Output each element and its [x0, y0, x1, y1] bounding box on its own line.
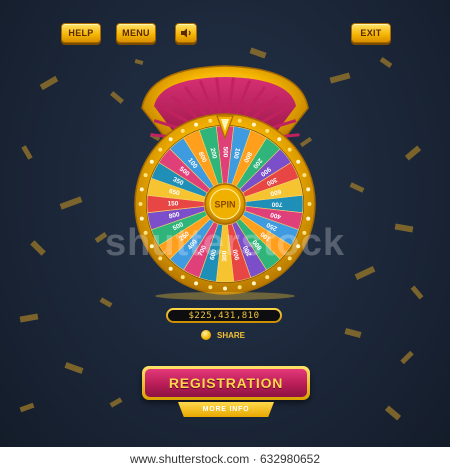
rim-light — [265, 275, 270, 280]
rim-light — [302, 230, 307, 235]
rim-light — [158, 147, 163, 152]
rim-light — [208, 118, 213, 123]
confetti-piece — [64, 362, 84, 374]
fortune-wheel[interactable]: 500 100 8002009003006007004002501008002009… — [0, 0, 450, 300]
rim-light — [277, 137, 282, 142]
rim-light — [287, 147, 292, 152]
rim-light — [143, 230, 148, 235]
rim-light — [302, 173, 307, 178]
registration-label: REGISTRATION — [145, 369, 307, 397]
confetti-piece — [400, 350, 414, 365]
spin-label: SPIN — [214, 200, 235, 210]
rim-light — [277, 266, 282, 271]
rim-light — [138, 202, 143, 206]
wheel-segment-value: 700 — [271, 200, 282, 207]
rim-light — [180, 128, 185, 133]
confetti-piece — [344, 328, 362, 338]
rim-light — [168, 266, 173, 271]
rim-light — [251, 281, 256, 286]
rim-light — [143, 173, 148, 178]
rim-light — [194, 122, 199, 127]
more-info-button[interactable]: MORE INFO — [178, 402, 274, 417]
rim-light — [149, 159, 154, 164]
share-label: SHARE — [217, 330, 246, 340]
rim-light — [306, 216, 311, 221]
stock-footer: www.shutterstock.com · 632980652 — [0, 447, 450, 470]
rim-light — [180, 275, 185, 280]
rim-light — [296, 159, 301, 164]
jackpot-counter: $225,431,810 — [166, 308, 282, 323]
registration-button[interactable]: REGISTRATION — [142, 366, 310, 400]
jackpot-value: $225,431,810 — [168, 310, 280, 321]
rim-light — [158, 256, 163, 261]
confetti-piece — [109, 397, 123, 408]
rim-light — [208, 285, 213, 290]
rim-light — [251, 122, 256, 127]
wheel-base-glow — [155, 292, 295, 300]
rim-light — [194, 281, 199, 286]
rim-light — [307, 202, 312, 206]
rim-light — [237, 118, 242, 123]
share-button[interactable]: SHARE — [201, 329, 245, 341]
rim-light — [168, 137, 173, 142]
wheel-segment-value: 300 — [222, 250, 229, 261]
confetti-piece — [19, 402, 35, 413]
rim-light — [223, 286, 227, 291]
rim-light — [287, 256, 292, 261]
coin-icon — [201, 330, 211, 340]
rim-light — [149, 244, 154, 249]
rim-light — [265, 128, 270, 133]
rim-light — [139, 187, 144, 192]
rim-light — [237, 285, 242, 290]
confetti-piece — [384, 405, 402, 421]
confetti-piece — [19, 313, 39, 323]
game-scene: HELP MENU EXIT 500 100 800 200 900 300 60 — [0, 0, 450, 470]
wheel-segment-value: 500 — [221, 147, 228, 158]
rim-light — [139, 216, 144, 221]
wheel-segment-value: 150 — [168, 201, 179, 208]
rim-light — [296, 244, 301, 249]
rim-light — [306, 187, 311, 192]
